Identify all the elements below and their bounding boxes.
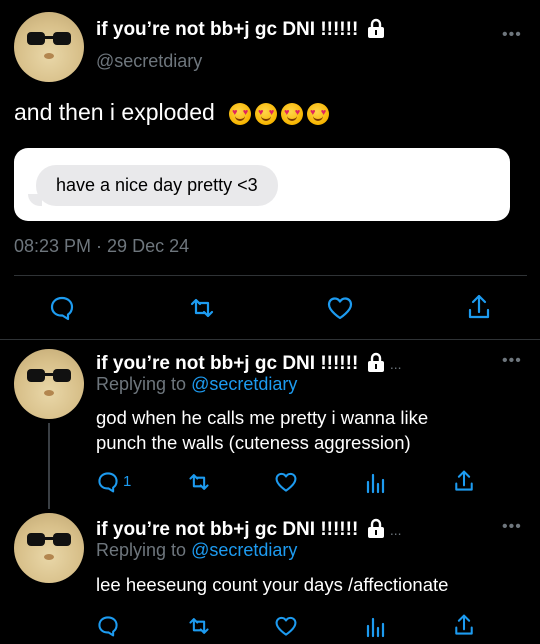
divider (0, 339, 540, 340)
replying-to: Replying to @secretdiary (96, 540, 297, 561)
avatar[interactable] (14, 513, 84, 583)
display-name-text: if you’re not bb+j gc DNI !!!!!! (96, 353, 359, 374)
avatar[interactable] (14, 349, 84, 419)
comment-icon[interactable] (96, 470, 120, 494)
share-icon[interactable] (452, 612, 476, 638)
tweet-text-content: and then i exploded (14, 99, 215, 125)
more-icon[interactable]: ••• (502, 352, 522, 370)
replying-to-handle[interactable]: @secretdiary (191, 540, 297, 560)
comment-icon[interactable] (96, 614, 120, 638)
avatar-image (27, 533, 71, 560)
display-name[interactable]: if you’re not bb+j gc DNI !!!!!! ... (96, 518, 402, 541)
replying-to-prefix: Replying to (96, 540, 192, 560)
reply-text-line: lee heeseung count your days /affectiona… (96, 574, 449, 595)
embedded-image[interactable]: have a nice day pretty <3 (14, 148, 510, 221)
reply-text-line: punch the walls (cuteness aggression) (96, 432, 411, 453)
share-icon[interactable] (465, 292, 493, 322)
analytics-icon[interactable] (365, 470, 385, 494)
display-name-text: if you’re not bb+j gc DNI !!!!!! (96, 519, 359, 540)
timestamp[interactable]: 08:23 PM · 29 Dec 24 (14, 236, 189, 257)
share-icon[interactable] (452, 468, 476, 494)
analytics-icon[interactable] (365, 614, 385, 638)
lock-icon (367, 352, 385, 372)
avatar-image (27, 369, 71, 396)
lock-icon (367, 18, 385, 38)
replying-to-handle[interactable]: @secretdiary (191, 374, 297, 394)
reply-text: lee heeseung count your days /affectiona… (96, 572, 448, 597)
avatar-image (27, 32, 71, 59)
replying-to: Replying to @secretdiary (96, 374, 297, 395)
heart-eyes-emoji (229, 102, 252, 125)
divider (14, 275, 527, 276)
handle[interactable]: @secretdiary (96, 51, 202, 72)
more-icon[interactable]: ••• (502, 26, 522, 44)
retweet-icon[interactable] (187, 294, 217, 322)
display-name[interactable]: if you’re not bb+j gc DNI !!!!!! ... (96, 352, 402, 375)
thread-line (48, 423, 50, 509)
replying-to-prefix: Replying to (96, 374, 192, 394)
reply-text-line: god when he calls me pretty i wanna like (96, 407, 429, 428)
lock-icon (367, 518, 385, 538)
display-name[interactable]: if you’re not bb+j gc DNI !!!!!! (96, 18, 385, 41)
message-bubble: have a nice day pretty <3 (36, 165, 278, 206)
display-name-text: if you’re not bb+j gc DNI !!!!!! (96, 19, 359, 40)
like-icon[interactable] (274, 614, 298, 638)
tweet-text: and then i exploded (14, 99, 330, 126)
like-icon[interactable] (274, 470, 298, 494)
bubble-tail (28, 194, 42, 206)
reply-count: 1 (123, 473, 132, 490)
like-icon[interactable] (326, 294, 354, 322)
comment-icon[interactable] (48, 294, 76, 322)
reply-text: god when he calls me pretty i wanna like… (96, 405, 428, 455)
retweet-icon[interactable] (186, 614, 212, 638)
more-icon[interactable]: ••• (502, 518, 522, 536)
message-text: have a nice day pretty <3 (56, 175, 258, 195)
heart-eyes-emoji (255, 102, 278, 125)
truncation-ellipsis: ... (389, 356, 402, 372)
heart-eyes-emoji (307, 102, 330, 125)
avatar[interactable] (14, 12, 84, 82)
retweet-icon[interactable] (186, 470, 212, 494)
heart-eyes-emoji (281, 102, 304, 125)
truncation-ellipsis: ... (389, 522, 402, 538)
